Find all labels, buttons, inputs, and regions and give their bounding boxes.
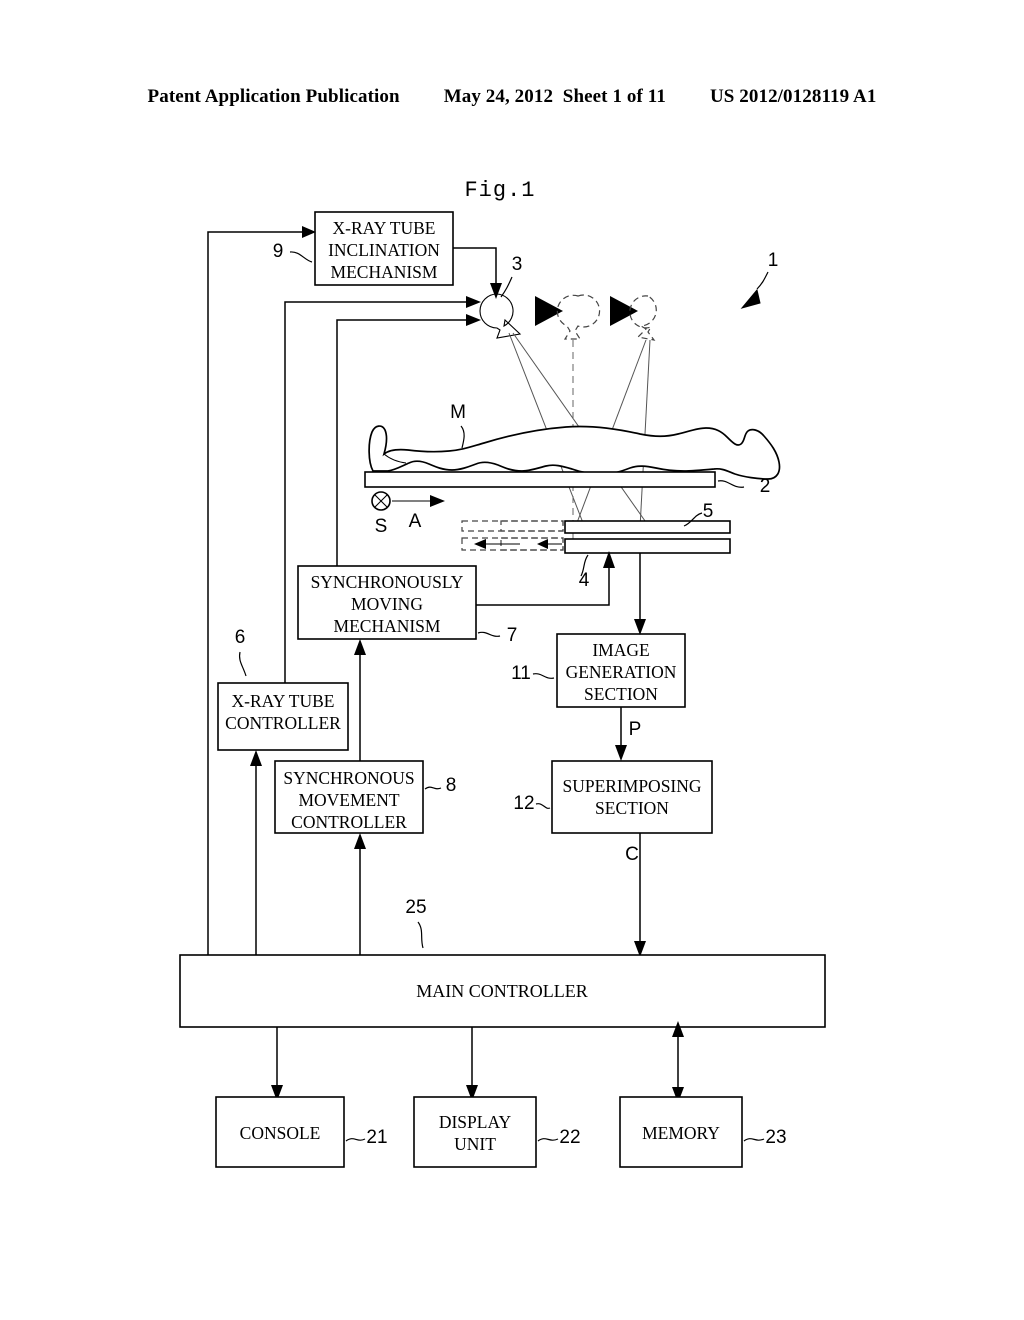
table-top: [364, 471, 716, 488]
grid-bar: [564, 520, 731, 534]
ref-label-23: 23: [765, 1127, 786, 1148]
box-label-xray-tube-inclination-mechanism-line2: INCLINATION: [328, 240, 440, 260]
patent-figure-page: Patent Application Publication May 24, 20…: [0, 0, 1024, 1320]
arrow-tube-move-1: [535, 296, 563, 326]
leader-M: [460, 425, 465, 449]
detector-ghost-positions: [461, 520, 564, 551]
ref-label-9: 9: [273, 241, 284, 262]
box-label-synchronously-moving-mechanism-line2: MOVING: [351, 594, 423, 614]
ref-label-2: 2: [760, 476, 771, 497]
box-label-memory: MEMORY: [642, 1123, 720, 1143]
box-label-synchronous-movement-controller-line2: MOVEMENT: [298, 790, 399, 810]
ref-label-8: 8: [446, 775, 457, 796]
ref-label-5: 5: [703, 501, 714, 522]
ref-label-22: 22: [559, 1127, 580, 1148]
leader-12: [535, 803, 551, 809]
ref-label-4: 4: [579, 570, 590, 591]
box-label-xray-tube-controller-line1: X-RAY TUBE: [232, 691, 335, 711]
arrowhead-inclination-mechanism-in: [302, 226, 316, 238]
ref-label-C: C: [625, 844, 639, 865]
box-label-main-controller: MAIN CONTROLLER: [416, 981, 588, 1001]
link-inclination-mechanism-to-xray-tube: [453, 247, 497, 283]
box-display-unit[interactable]: [413, 1096, 537, 1168]
arrowhead-superimposing-in: [615, 745, 627, 761]
ref-label-7: 7: [507, 625, 518, 646]
patient-silhouette: [368, 425, 781, 480]
box-superimposing-section[interactable]: [551, 760, 713, 834]
box-label-console: CONSOLE: [240, 1123, 321, 1143]
box-label-superimposing-section-line1: SUPERIMPOSING: [562, 776, 701, 796]
box-label-image-generation-section-line1: IMAGE: [592, 640, 649, 660]
box-label-synchronously-moving-mechanism-line1: SYNCHRONOUSLY: [311, 572, 464, 592]
box-label-image-generation-section-line2: GENERATION: [566, 662, 677, 682]
ref-label-12: 12: [513, 793, 534, 814]
box-label-display-unit-line1: DISPLAY: [439, 1112, 512, 1132]
box-label-xray-tube-inclination-mechanism-line3: MECHANISM: [331, 262, 438, 282]
ref-label-6: 6: [235, 627, 246, 648]
xray-tube-ghost-right: [629, 295, 657, 341]
ref-label-M: M: [450, 402, 466, 423]
box-label-superimposing-section-line2: SECTION: [595, 798, 669, 818]
box-label-xray-tube-controller-line2: CONTROLLER: [225, 713, 341, 733]
ref-label-25: 25: [405, 897, 426, 918]
box-label-synchronously-moving-mechanism-line3: MECHANISM: [334, 616, 441, 636]
box-label-xray-tube-inclination-mechanism-line1: X-RAY TUBE: [333, 218, 436, 238]
ref-label-1: 1: [768, 250, 779, 271]
leader-8: [424, 786, 442, 790]
leader-22: [537, 1138, 559, 1142]
link-moving-mechanism-to-xray-tube: [336, 319, 466, 566]
ref-label-11: 11: [511, 663, 531, 684]
leader-21: [345, 1138, 366, 1142]
leader-1: [756, 271, 769, 290]
ref-label-P: P: [629, 719, 642, 740]
leader-6: [238, 651, 247, 677]
leader-25: [417, 921, 424, 949]
leader-3: [500, 276, 513, 298]
ref-label-21: 21: [366, 1127, 387, 1148]
arrowhead-moving-mechanism-in: [354, 639, 366, 655]
leader-9: [289, 251, 313, 263]
ref-label-3: 3: [512, 254, 523, 275]
link-main-controller-to-inclination-mechanism: [207, 231, 302, 955]
ref-label-S: S: [375, 516, 388, 537]
arrowhead-xray-tube-in-top: [490, 283, 502, 299]
leader-11: [532, 673, 555, 679]
figure-canvas: Fig.1 1 X-RAY TUBE INCLINATION MECHANISM…: [179, 178, 826, 1168]
detector-bar: [564, 538, 731, 554]
leader-23: [743, 1138, 765, 1142]
arrowhead-sync-movement-controller-in: [354, 833, 366, 849]
box-label-synchronous-movement-controller-line3: CONTROLLER: [291, 812, 407, 832]
figure-title: Fig.1: [464, 178, 535, 203]
arrowhead-image-generation-in: [634, 619, 646, 635]
arrowhead-body-axis: [430, 495, 445, 507]
arrowhead-xray-tube-in-lower: [466, 314, 481, 326]
box-label-synchronous-movement-controller-line1: SYNCHRONOUS: [283, 768, 414, 788]
leader-2: [717, 480, 745, 488]
leader-7: [477, 631, 501, 637]
box-label-display-unit-line2: UNIT: [454, 1134, 496, 1154]
scan-direction-symbol: [371, 491, 391, 511]
xray-tube-solid: [479, 293, 522, 339]
ref-label-A: A: [409, 511, 422, 532]
leader-arrow-1: [740, 288, 761, 309]
box-label-image-generation-section-line3: SECTION: [584, 684, 658, 704]
arrowhead-xray-tube-controller-in: [250, 750, 262, 766]
arrowhead-xray-tube-in-upper: [466, 296, 481, 308]
xray-tube-ghost-center: [556, 294, 601, 340]
